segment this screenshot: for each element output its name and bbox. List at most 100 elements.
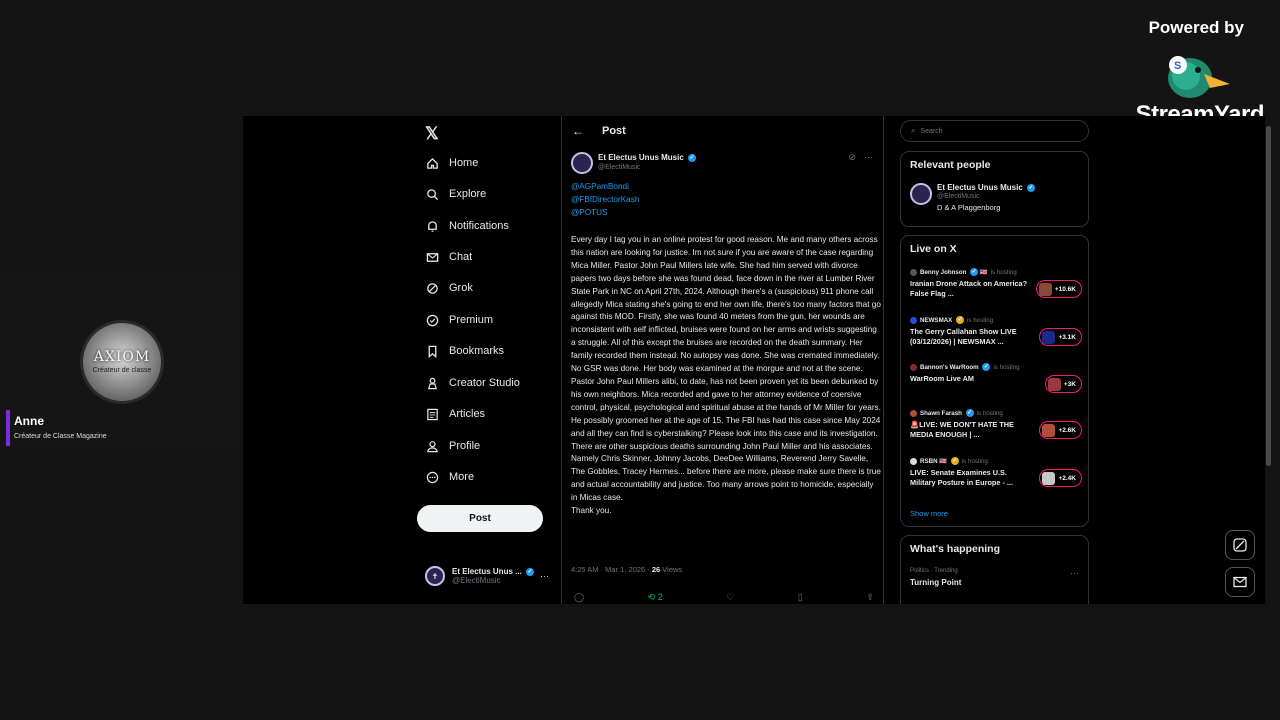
whats-happening-title: What's happening — [910, 543, 1000, 555]
nav-item-creator-studio[interactable]: Creator Studio — [425, 373, 520, 393]
live-thumbnail — [1042, 471, 1056, 485]
author-avatar[interactable] — [571, 152, 593, 174]
trend-topic[interactable]: Turning Point — [910, 578, 961, 587]
scrollbar-thumb[interactable] — [1266, 126, 1271, 466]
bookmark-icon[interactable]: ▯ — [798, 592, 803, 603]
live-item[interactable]: NEWSMAX ✓ is hosting The Gerry Callahan S… — [910, 316, 1082, 356]
verified-badge-icon: ✓ — [688, 153, 697, 162]
author-name[interactable]: Et Electus Unus Music — [598, 153, 684, 162]
live-listener-pill[interactable]: +2.6K — [1039, 421, 1082, 439]
nav-item-explore[interactable]: Explore — [425, 184, 486, 204]
search-placeholder: Search — [920, 127, 943, 135]
host-avatar — [910, 316, 917, 324]
nav-item-notifications[interactable]: Notifications — [425, 216, 509, 236]
live-listener-pill[interactable]: +10.6K — [1035, 280, 1082, 298]
post-timestamp[interactable]: 4:25 AM · Mar 1, 2026 · — [571, 565, 652, 574]
live-listener-pill[interactable]: +3.1K — [1039, 328, 1082, 346]
articles-icon — [425, 407, 439, 421]
live-on-x-card: Live on X Benny Johnson ✓ 🇺🇸 is hosting I… — [900, 235, 1089, 527]
more-icon — [425, 470, 439, 484]
post-closing: Thank you. — [571, 506, 612, 516]
nav-item-more[interactable]: More — [425, 467, 474, 487]
live-item[interactable]: Bannon's WarRoom ✓ is hosting WarRoom Liv… — [910, 363, 1082, 403]
post-more-icon[interactable]: ··· — [864, 152, 873, 163]
mention-link[interactable]: @FBIDirectorKash — [571, 195, 639, 204]
nav-item-articles[interactable]: Articles — [425, 404, 485, 424]
post-button[interactable]: Post — [417, 505, 543, 532]
presenter-avatar: AXIOM Créateur de classe — [80, 320, 164, 404]
grok-icon — [425, 281, 439, 295]
repost-button[interactable]: ⟲ 2 — [648, 592, 663, 603]
x-sidebar-nav: 𝕏 Home Explore Notifications Chat Grok P… — [417, 116, 562, 604]
presenter-subtitle: Créateur de Classe Magazine — [14, 433, 107, 440]
show-more-link[interactable]: Show more — [910, 509, 948, 518]
live-on-x-title: Live on X — [910, 243, 957, 255]
post-body: Every day I tag you in an online protest… — [571, 234, 881, 518]
verified-badge-icon: ✓ — [526, 567, 535, 576]
nav-item-profile[interactable]: Profile — [425, 436, 480, 456]
live-listener-pill[interactable]: +2.4K — [1039, 469, 1082, 487]
post-top-icons: ⊘ ··· — [848, 152, 873, 163]
share-icon[interactable]: ⇪ — [866, 592, 874, 603]
mention-link[interactable]: @POTUS — [571, 208, 608, 217]
premium-icon — [425, 313, 439, 327]
powered-by-label: Powered by — [1148, 18, 1244, 37]
creator-icon — [425, 376, 439, 390]
post-views-label: Views — [660, 565, 683, 574]
live-item[interactable]: RSBN 🇺🇸 ✓ is hosting LIVE: Senate Examine… — [910, 457, 1082, 497]
post-header-title: Post — [602, 125, 626, 137]
host-avatar — [910, 363, 917, 371]
relevant-people-title: Relevant people — [910, 159, 991, 171]
author-handle[interactable]: @ElectiMusic — [598, 164, 696, 171]
reply-icon[interactable]: ◯ — [574, 592, 584, 603]
trend-more-icon[interactable]: ··· — [1070, 568, 1079, 578]
trend-category: Politics · Trending — [910, 568, 958, 574]
bell-icon — [425, 219, 439, 233]
messages-button[interactable] — [1225, 567, 1255, 597]
presenter-name: Anne — [14, 414, 44, 428]
search-icon: ⌕ — [911, 126, 916, 135]
x-logo-icon[interactable]: 𝕏 — [425, 124, 439, 144]
live-item[interactable]: Benny Johnson ✓ 🇺🇸 is hosting Iranian Dro… — [910, 268, 1082, 308]
post-column: ← Post Et Electus Unus Music ✓ @ElectiMu… — [561, 116, 884, 604]
post-header: ← Post — [572, 124, 626, 138]
scrollbar[interactable] — [1265, 116, 1273, 604]
back-arrow-icon[interactable]: ← — [572, 124, 584, 138]
relevant-people-card: Relevant people Et Electus Unus Music ✓ … — [900, 151, 1089, 227]
grok-icon[interactable]: ⊘ — [848, 152, 856, 163]
mention-link[interactable]: @AGPamBondi — [571, 182, 629, 191]
nav-item-chat[interactable]: Chat — [425, 247, 472, 267]
live-thumbnail — [1042, 423, 1056, 437]
post-author[interactable]: Et Electus Unus Music ✓ @ElectiMusic — [571, 152, 697, 174]
account-switcher[interactable]: ✝ Et Electus Unus ... ✓ @ElectiMusic ··· — [425, 566, 549, 586]
repost-count: 2 — [657, 592, 663, 602]
mail-icon — [1233, 576, 1247, 588]
home-icon — [425, 156, 439, 170]
host-avatar — [910, 268, 917, 276]
streamyard-stage: Powered by S StreamYard AXIOM Créateur d… — [0, 0, 1280, 720]
streamyard-duck-logo: S — [1168, 56, 1230, 98]
live-listener-pill[interactable]: +3K — [1044, 375, 1082, 393]
post-text: Every day I tag you in an online protest… — [571, 235, 881, 503]
mail-icon — [425, 250, 439, 264]
profile-icon — [425, 439, 439, 453]
search-input[interactable]: ⌕ Search — [900, 120, 1089, 142]
nav-item-premium[interactable]: Premium — [425, 310, 493, 330]
host-avatar — [910, 409, 917, 417]
verified-badge-icon: ✓ — [1027, 183, 1036, 192]
relevant-avatar[interactable] — [910, 183, 932, 205]
nav-item-bookmarks[interactable]: Bookmarks — [425, 341, 504, 361]
like-icon[interactable]: ♡ — [726, 592, 734, 603]
grok-button[interactable] — [1225, 530, 1255, 560]
nav-item-grok[interactable]: Grok — [425, 278, 473, 298]
live-thumbnail — [1038, 282, 1052, 296]
right-sidebar: ⌕ Search Relevant people Et Electus Unus… — [900, 116, 1090, 604]
post-actions: ◯ ⟲ 2 ♡ ▯ ⇪ — [574, 592, 874, 603]
relevant-person[interactable]: Et Electus Unus Music ✓ @ElectiMusic D &… — [910, 183, 1036, 212]
nav-item-home[interactable]: Home — [425, 153, 478, 173]
host-avatar — [910, 457, 917, 465]
svg-text:S: S — [1174, 60, 1181, 72]
live-thumbnail — [1042, 330, 1056, 344]
live-item[interactable]: Shawn Farash ✓ is hosting 🚨LIVE: WE DON'T… — [910, 409, 1082, 449]
search-icon — [425, 187, 439, 201]
